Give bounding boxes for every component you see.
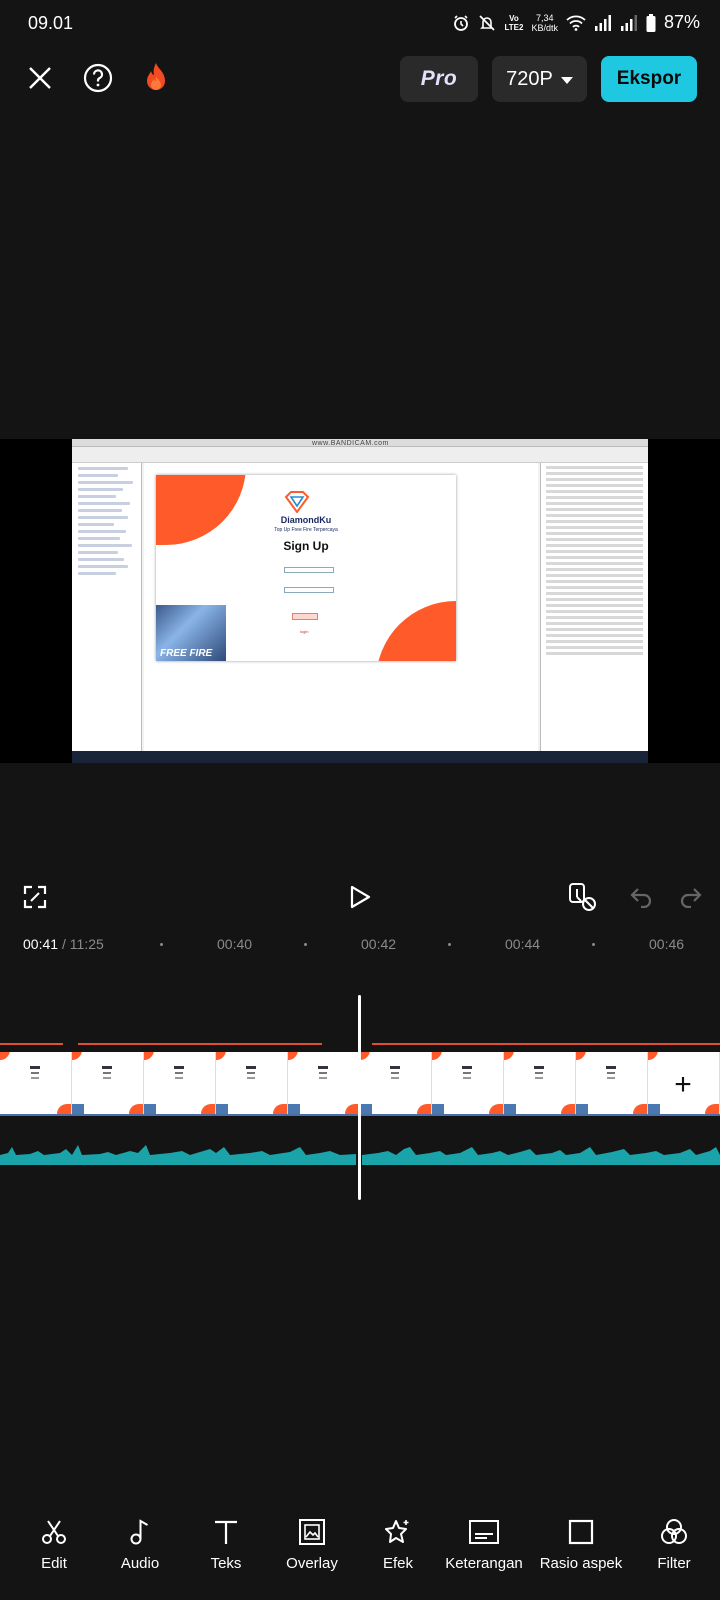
- nav-label: Teks: [210, 1555, 242, 1572]
- status-bar: 09.01 Vo LTE2 7,34 KB/dtk 87%: [0, 0, 720, 46]
- signup-window: FREE FIRE DiamondKu Top Up Free Fire Ter…: [156, 475, 456, 661]
- app-brand: DiamondKu: [280, 515, 332, 525]
- total-time: / 11:25: [62, 936, 104, 952]
- aspect-ratio-icon: [564, 1515, 598, 1549]
- signup-title: Sign Up: [283, 539, 329, 553]
- export-button[interactable]: Ekspor: [601, 56, 697, 102]
- chevron-down-icon: [560, 68, 573, 91]
- nav-item-edit[interactable]: Edit: [9, 1515, 99, 1572]
- game-image: FREE FIRE: [156, 605, 226, 661]
- clip-thumbnail: [216, 1052, 288, 1114]
- playhead[interactable]: [358, 995, 361, 1200]
- tick-label: 00:46: [649, 936, 685, 952]
- video-preview-area[interactable]: www.BANDICAM.com FREE FIRE DiamondKu Top…: [0, 110, 720, 870]
- mute-icon: [478, 14, 496, 32]
- clip-thumbnail: [0, 1052, 72, 1114]
- captions-icon: [467, 1515, 501, 1549]
- resolution-dropdown[interactable]: 720P: [492, 56, 587, 102]
- resolution-label: 720P: [506, 67, 553, 90]
- text-icon: [209, 1515, 243, 1549]
- nav-label: Overlay: [286, 1555, 338, 1572]
- nav-item-audio[interactable]: Audio: [95, 1515, 185, 1572]
- nav-item-aspect-ratio[interactable]: Rasio aspek: [536, 1515, 626, 1572]
- tick-label: 00:42: [361, 936, 397, 952]
- recorded-screen: www.BANDICAM.com FREE FIRE DiamondKu Top…: [72, 439, 648, 763]
- help-icon[interactable]: [82, 62, 114, 94]
- clip-thumbnail: [504, 1052, 576, 1114]
- battery-icon: [646, 13, 656, 32]
- redo-icon[interactable]: [674, 880, 708, 914]
- effects-star-icon: [381, 1515, 415, 1549]
- network-label: LTE2: [504, 22, 524, 32]
- audio-marker-line: [372, 1043, 720, 1045]
- clip-thumbnail: [360, 1052, 432, 1114]
- signup-button: [292, 613, 318, 620]
- scissors-icon: [37, 1515, 71, 1549]
- nav-label: Filter: [657, 1555, 691, 1572]
- pro-button[interactable]: Pro: [400, 56, 478, 102]
- keyframe-off-icon[interactable]: [566, 880, 600, 914]
- app-tagline: Top Up Free Fire Terpercaya: [274, 527, 338, 533]
- audio-marker-line: [0, 1043, 63, 1045]
- ide-properties-panel: [540, 463, 648, 755]
- clip-thumbnail: [144, 1052, 216, 1114]
- volte-icon: Vo LTE2: [504, 13, 524, 32]
- speed-unit: KB/dtk: [531, 22, 558, 33]
- filter-icon: [657, 1515, 691, 1549]
- battery-percent: 87%: [663, 12, 700, 32]
- video-frame[interactable]: www.BANDICAM.com FREE FIRE DiamondKu Top…: [0, 439, 720, 763]
- orange-shape: [156, 475, 246, 545]
- audio-marker-line: [78, 1043, 322, 1045]
- status-icons: Vo LTE2 7,34 KB/dtk 87%: [452, 12, 700, 33]
- nav-label: Audio: [120, 1555, 160, 1572]
- wifi-icon: [566, 15, 586, 31]
- nav-item-text[interactable]: Teks: [181, 1515, 271, 1572]
- current-time: 00:41: [23, 936, 59, 952]
- top-toolbar: Pro 720P Ekspor: [0, 54, 720, 102]
- signal-icon: [594, 14, 612, 31]
- windows-taskbar: [72, 751, 648, 763]
- fullscreen-icon[interactable]: [18, 880, 52, 914]
- nav-item-effects[interactable]: Efek: [353, 1515, 443, 1572]
- ide-menubar: [72, 447, 648, 463]
- flame-icon[interactable]: [140, 62, 172, 94]
- nav-item-captions[interactable]: Keterangan: [439, 1515, 529, 1572]
- music-note-icon: [123, 1515, 157, 1549]
- playback-controls: [0, 872, 720, 922]
- diamond-logo-icon: [284, 491, 310, 513]
- ide-design-canvas: FREE FIRE DiamondKu Top Up Free Fire Ter…: [144, 463, 538, 755]
- password-field: [284, 587, 334, 593]
- clip-thumbnail: [432, 1052, 504, 1114]
- nav-item-overlay[interactable]: Overlay: [267, 1515, 357, 1572]
- nav-item-filter[interactable]: Filter: [629, 1515, 719, 1572]
- bottom-toolbar: Edit Audio Teks Overlay Efek Keterangan: [0, 1515, 720, 1585]
- close-icon[interactable]: [24, 62, 56, 94]
- signal-icon: [620, 14, 638, 31]
- watermark: www.BANDICAM.com: [312, 440, 389, 447]
- undo-icon[interactable]: [624, 880, 658, 914]
- tick-label: 00:40: [217, 936, 253, 952]
- login-link: login: [300, 629, 309, 634]
- overlay-icon: [295, 1515, 329, 1549]
- nav-label: Rasio aspek: [539, 1555, 623, 1572]
- clip-thumbnail: [288, 1052, 360, 1114]
- game-text: FREE FIRE: [160, 648, 213, 659]
- nav-label: Keterangan: [445, 1555, 523, 1572]
- alarm-icon: [452, 14, 470, 32]
- status-time: 09.01: [28, 13, 74, 33]
- play-icon[interactable]: [343, 880, 377, 914]
- net-speed: 7,34 KB/dtk: [531, 13, 558, 33]
- tick-label: 00:44: [505, 936, 541, 952]
- ide-project-panel: [72, 463, 142, 755]
- timeline[interactable]: +: [0, 995, 720, 1200]
- nav-label: Efek: [382, 1555, 413, 1572]
- clip-thumbnail: [72, 1052, 144, 1114]
- orange-shape: [376, 601, 456, 661]
- nav-label: Edit: [41, 1555, 67, 1572]
- speed-value: 7,34: [535, 12, 554, 23]
- add-clip-button[interactable]: +: [662, 1065, 704, 1105]
- clip-thumbnail: [576, 1052, 648, 1114]
- email-field: [284, 567, 334, 573]
- time-ruler[interactable]: 00:41 / 11:25 00:40 00:42 00:44 00:46: [0, 930, 720, 960]
